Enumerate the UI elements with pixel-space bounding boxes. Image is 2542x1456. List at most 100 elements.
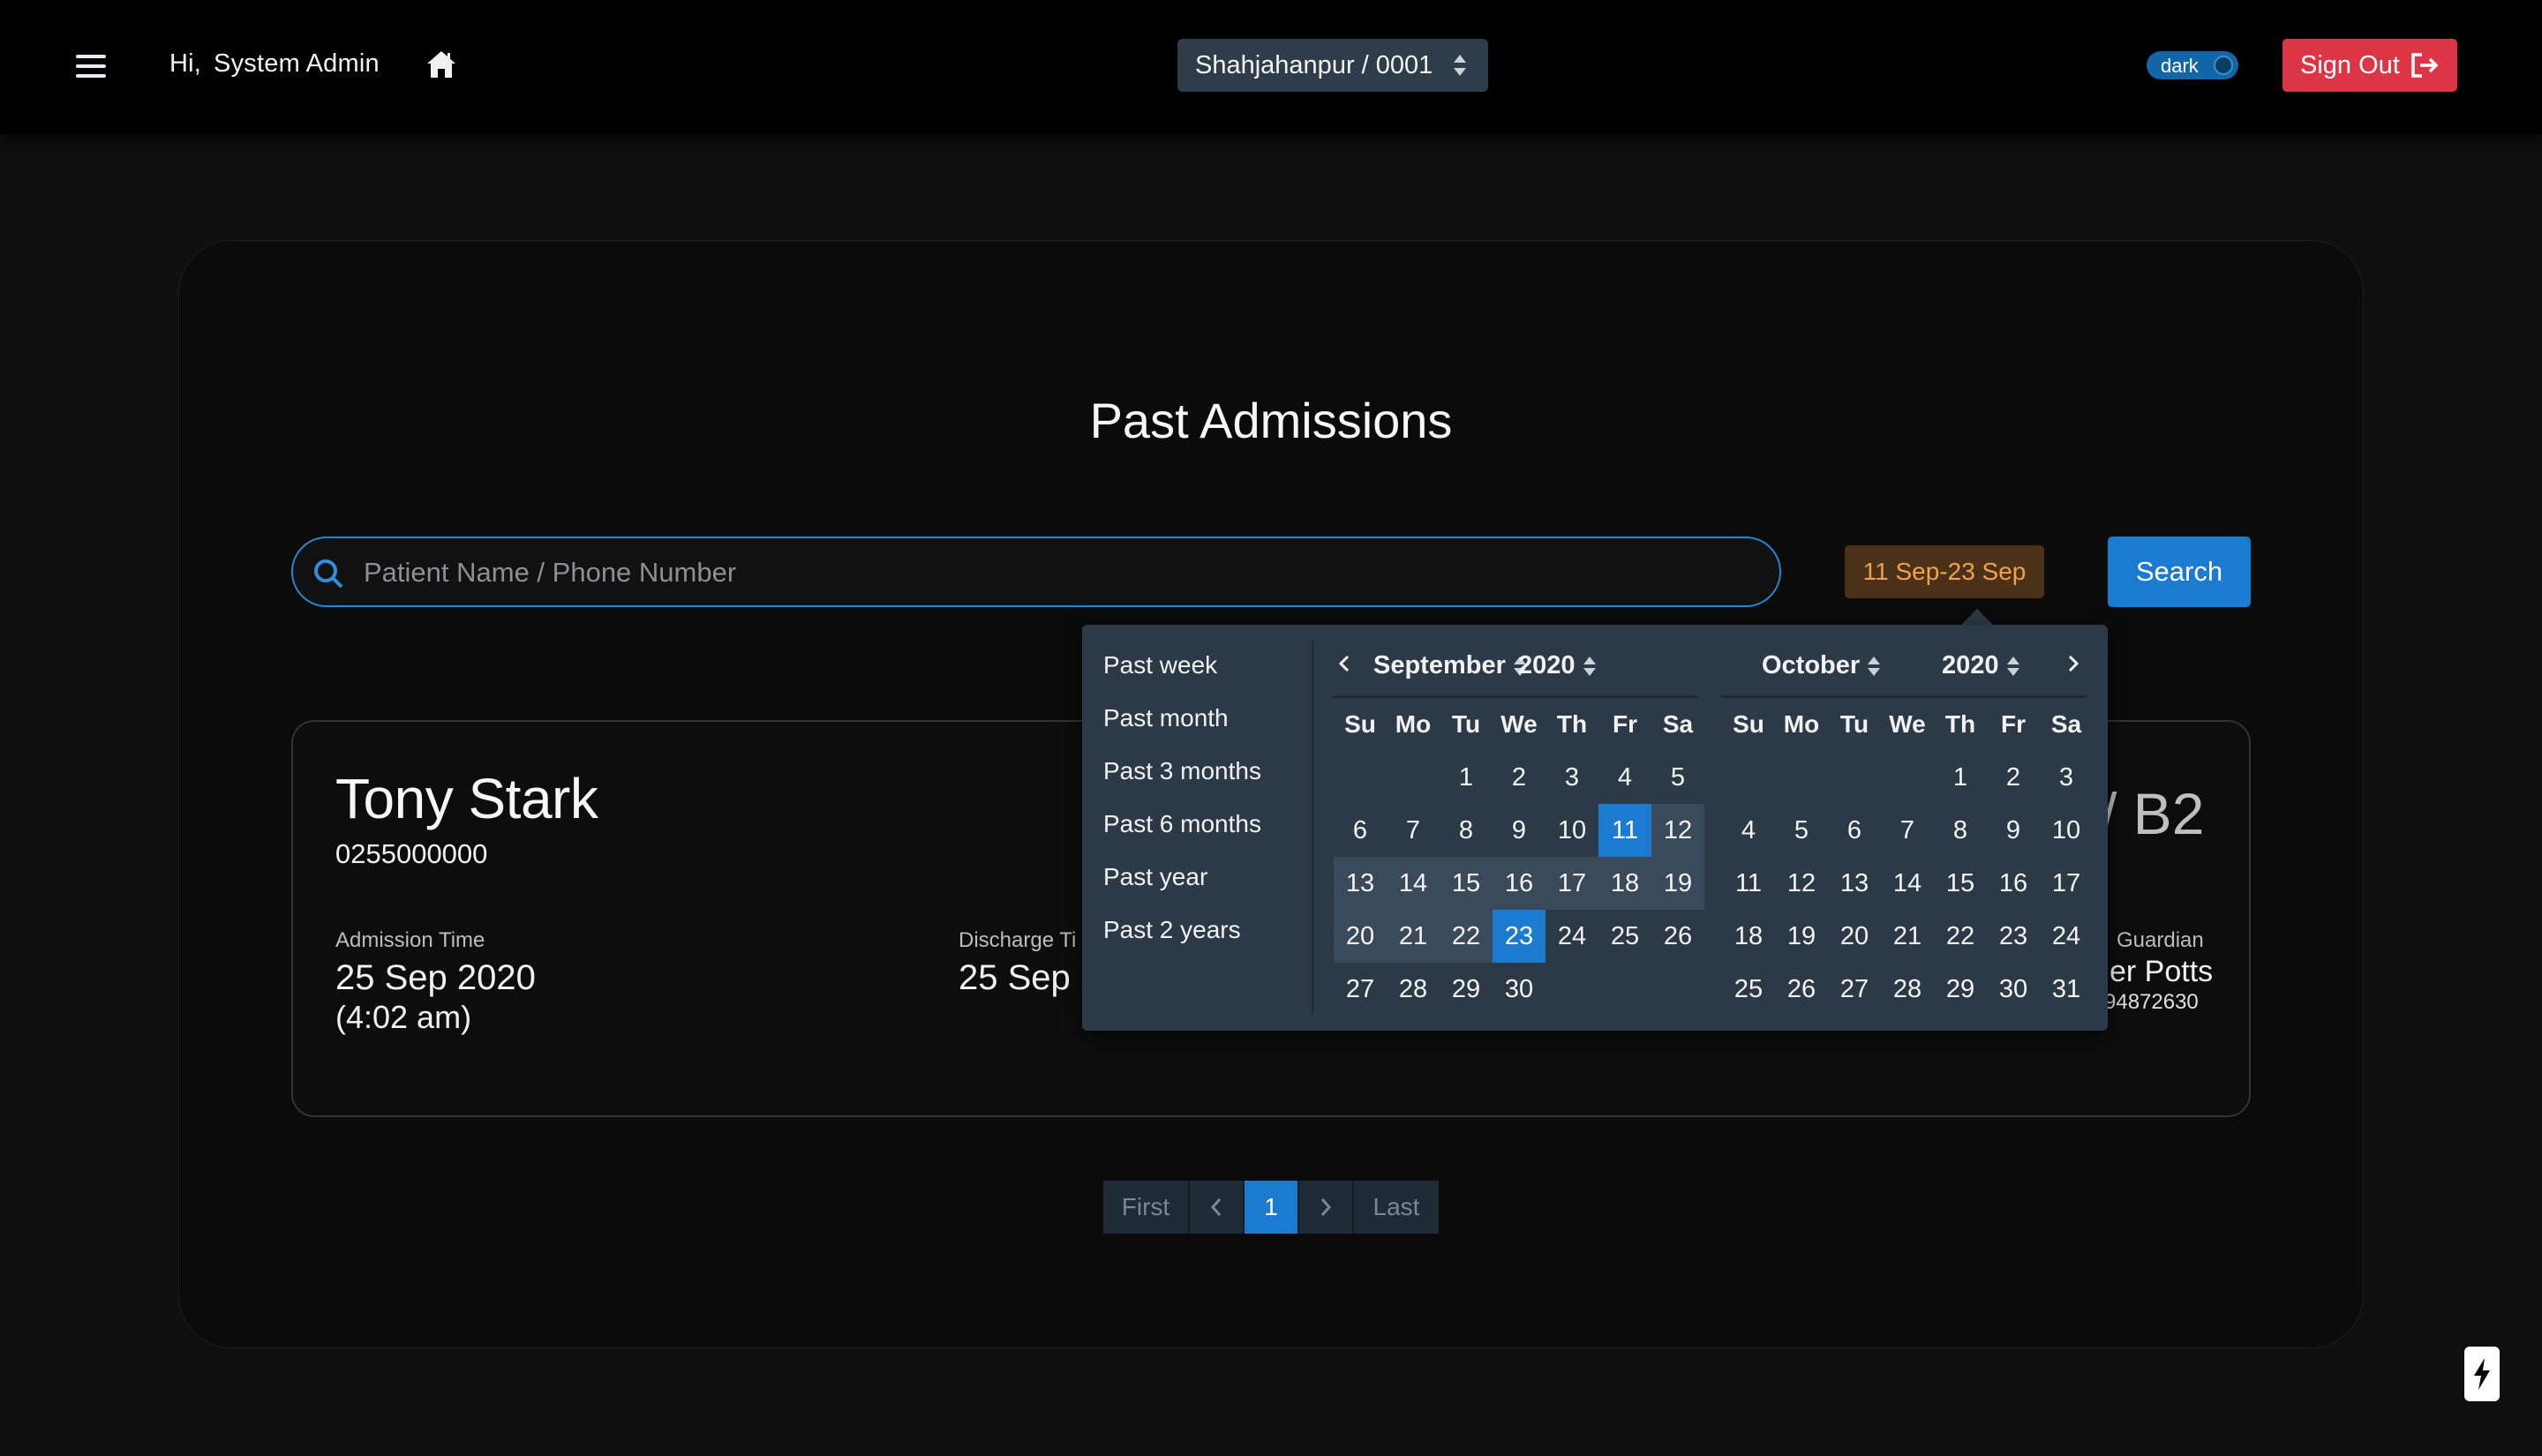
calendar-day[interactable]: 26 (1651, 910, 1704, 963)
range-past-week[interactable]: Past week (1082, 639, 1312, 692)
calendar-day[interactable]: 12 (1651, 804, 1704, 857)
calendar-day[interactable]: 7 (1881, 804, 1934, 857)
calendar-day[interactable]: 15 (1934, 857, 1987, 910)
calendar-day[interactable]: 28 (1387, 963, 1440, 1016)
range-past-year[interactable]: Past year (1082, 851, 1312, 904)
datepicker-arrow (1961, 609, 1993, 625)
range-past-2-years[interactable]: Past 2 years (1082, 904, 1312, 957)
calendar-day[interactable]: 30 (1987, 963, 2040, 1016)
search-input[interactable] (364, 551, 1741, 595)
weekday-header: Tu (1839, 710, 1869, 738)
calendar-day[interactable]: 24 (1546, 910, 1598, 963)
calendar-day[interactable]: 9 (1493, 804, 1546, 857)
calendar-day[interactable]: 13 (1334, 857, 1387, 910)
calendar-day[interactable]: 11 (1598, 804, 1651, 857)
calendar-day[interactable]: 16 (1493, 857, 1546, 910)
calendar-day[interactable]: 7 (1387, 804, 1440, 857)
date-range-badge[interactable]: 11 Sep-23 Sep (1845, 545, 2044, 598)
location-select[interactable]: Shahjahanpur / 0001 (1177, 39, 1488, 92)
calendar-day[interactable]: 21 (1387, 910, 1440, 963)
calendar-day[interactable]: 1 (1934, 751, 1987, 804)
search-button[interactable]: Search (2108, 537, 2251, 607)
calendar-day[interactable]: 17 (1546, 857, 1598, 910)
calendar-day[interactable]: 27 (1828, 963, 1881, 1016)
calendar-day[interactable]: 6 (1828, 804, 1881, 857)
weekday-header: We (1500, 710, 1538, 738)
year-select[interactable]: 2020 (1942, 651, 2020, 680)
dark-mode-label: dark (2161, 55, 2199, 77)
calendar-day[interactable]: 12 (1775, 857, 1828, 910)
location-select-value: Shahjahanpur / 0001 (1195, 50, 1433, 79)
calendar-day[interactable]: 25 (1598, 910, 1651, 963)
year-select[interactable]: 2020 (1518, 651, 1597, 680)
pagination-page-1[interactable]: 1 (1245, 1181, 1299, 1234)
range-past-month[interactable]: Past month (1082, 692, 1312, 745)
calendar-day[interactable]: 16 (1987, 857, 2040, 910)
calendar-day[interactable]: 4 (1722, 804, 1775, 857)
lightning-icon[interactable] (2464, 1347, 2500, 1401)
range-past-6-months[interactable]: Past 6 months (1082, 798, 1312, 851)
calendar-day[interactable]: 2 (1493, 751, 1546, 804)
chevron-left-icon[interactable] (1331, 648, 1357, 679)
calendar-day[interactable]: 3 (2040, 751, 2093, 804)
calendar-day[interactable]: 30 (1493, 963, 1546, 1016)
pagination-next[interactable] (1299, 1181, 1354, 1234)
calendar-day[interactable]: 19 (1651, 857, 1704, 910)
chevron-right-icon[interactable] (2060, 648, 2087, 679)
sign-out-button[interactable]: Sign Out (2283, 39, 2457, 92)
calendar-day[interactable]: 23 (1493, 910, 1546, 963)
calendar-day[interactable]: 5 (1651, 751, 1704, 804)
calendar-empty-cell (1334, 751, 1387, 804)
calendar-day[interactable]: 2 (1987, 751, 2040, 804)
calendar-day[interactable]: 21 (1881, 910, 1934, 963)
calendar-empty-cell (1546, 963, 1598, 1016)
calendar-day[interactable]: 18 (1722, 910, 1775, 963)
calendar-day[interactable]: 5 (1775, 804, 1828, 857)
dark-mode-toggle[interactable]: dark (2147, 51, 2238, 79)
search-field[interactable] (291, 537, 1781, 607)
pagination-last[interactable]: Last (1354, 1181, 1439, 1234)
calendar-day[interactable]: 14 (1387, 857, 1440, 910)
calendar-day[interactable]: 10 (1546, 804, 1598, 857)
sign-out-icon (2411, 53, 2439, 78)
calendar-day[interactable]: 29 (1440, 963, 1493, 1016)
calendar-day[interactable]: 31 (2040, 963, 2093, 1016)
calendar-day[interactable]: 10 (2040, 804, 2093, 857)
calendar-grid: Su Mo Tu We Th Fr Sa 1 2 3 4 5 6 7 8 9 10 11 12 13 14 15 16 17 1… (1722, 698, 2094, 1016)
calendar-day[interactable]: 18 (1598, 857, 1651, 910)
calendar-day[interactable]: 19 (1775, 910, 1828, 963)
calendar-day[interactable]: 3 (1546, 751, 1598, 804)
calendar-day[interactable]: 4 (1598, 751, 1651, 804)
datepicker-divider (1312, 641, 1313, 1015)
calendar-day[interactable]: 9 (1987, 804, 2040, 857)
calendar-day[interactable]: 28 (1881, 963, 1934, 1016)
guardian-phone: 94872630 (2104, 990, 2199, 1014)
pagination-first[interactable]: First (1103, 1181, 1190, 1234)
calendar-day[interactable]: 20 (1828, 910, 1881, 963)
calendar-day[interactable]: 20 (1334, 910, 1387, 963)
home-icon[interactable] (425, 49, 457, 79)
calendar-day[interactable]: 8 (1440, 804, 1493, 857)
calendar-day[interactable]: 17 (2040, 857, 2093, 910)
calendar-day[interactable]: 8 (1934, 804, 1987, 857)
calendar-day[interactable]: 25 (1722, 963, 1775, 1016)
calendar-day[interactable]: 15 (1440, 857, 1493, 910)
calendar-day[interactable]: 1 (1440, 751, 1493, 804)
calendar-day[interactable]: 13 (1828, 857, 1881, 910)
month-select[interactable]: October (1762, 651, 1881, 680)
month-select[interactable]: September (1373, 651, 1527, 680)
calendar-day[interactable]: 22 (1934, 910, 1987, 963)
calendar-day[interactable]: 23 (1987, 910, 2040, 963)
range-past-3-months[interactable]: Past 3 months (1082, 745, 1312, 798)
calendar-empty-cell (1598, 963, 1651, 1016)
calendar-day[interactable]: 27 (1334, 963, 1387, 1016)
calendar-day[interactable]: 26 (1775, 963, 1828, 1016)
calendar-day[interactable]: 14 (1881, 857, 1934, 910)
pagination-prev[interactable] (1190, 1181, 1245, 1234)
calendar-day[interactable]: 29 (1934, 963, 1987, 1016)
calendar-day[interactable]: 11 (1722, 857, 1775, 910)
calendar-day[interactable]: 22 (1440, 910, 1493, 963)
calendar-day[interactable]: 24 (2040, 910, 2093, 963)
calendar-day[interactable]: 6 (1334, 804, 1387, 857)
menu-icon[interactable] (76, 55, 106, 78)
